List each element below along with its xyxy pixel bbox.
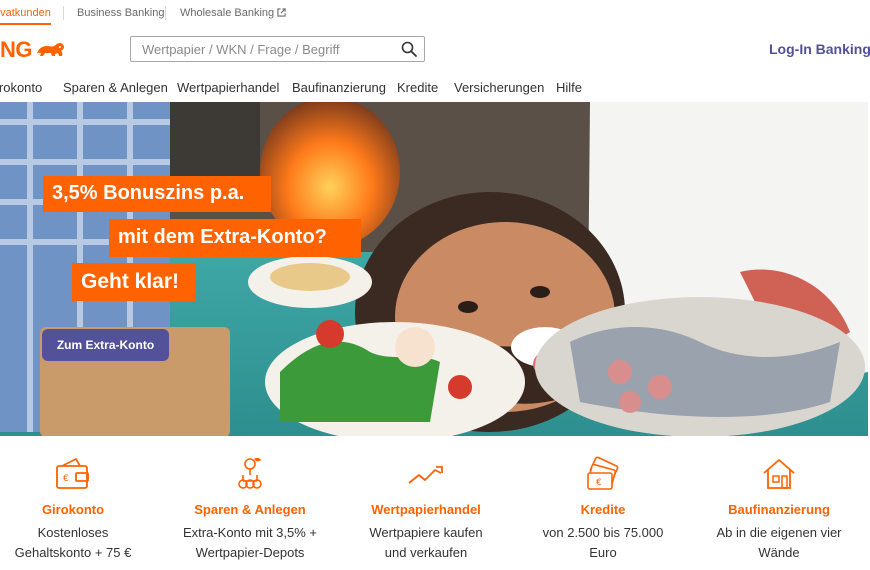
segment-divider	[165, 6, 166, 20]
extra-konto-button[interactable]: Zum Extra-Konto	[42, 329, 169, 361]
product-tile-girokonto[interactable]: € Girokonto Kostenloses Gehaltskonto + 7…	[0, 455, 160, 565]
house-icon	[763, 459, 795, 489]
product-desc-line2: Wertpapier-Depots	[195, 545, 305, 560]
product-title: Kredite	[580, 502, 626, 517]
product-desc-line2: Gehaltskonto + 75 €	[14, 545, 132, 560]
segment-private-link[interactable]: rivatkunden	[0, 7, 51, 25]
lion-icon	[37, 43, 64, 56]
segment-business-link[interactable]: Business Banking	[77, 7, 164, 19]
product-title: Wertpapierhandel	[371, 502, 481, 517]
product-title: Girokonto	[41, 502, 105, 517]
hero-banner[interactable]: 3,5% Bonuszins p.a. mit dem Extra-Konto?…	[0, 102, 868, 436]
product-tile-wertpapierhandel[interactable]: Wertpapierhandel Wertpapiere kaufen und …	[339, 455, 513, 565]
svg-text:€: €	[63, 474, 69, 484]
money-notes-icon: €	[587, 456, 619, 490]
trend-chart-icon	[408, 466, 443, 484]
product-desc-line1: Kostenloses	[37, 525, 109, 540]
product-tile-sparen-anlegen[interactable]: Sparen & Anlegen Extra-Konto mit 3,5% + …	[163, 455, 337, 565]
nav-item-wertpapierhandel[interactable]: Wertpapierhandel	[177, 80, 279, 95]
nav-item-hilfe[interactable]: Hilfe	[556, 80, 582, 95]
nav-item-girokonto[interactable]: irokonto	[0, 80, 42, 95]
hero-headline-line1: 3,5% Bonuszins p.a.	[43, 176, 271, 212]
wallet-icon: €	[56, 457, 89, 489]
product-tile-kredite[interactable]: € Kredite von 2.500 bis 75.000 Euro	[516, 455, 690, 565]
hero-headline-line2: mit dem Extra-Konto?	[109, 219, 361, 257]
product-tile-baufinanzierung[interactable]: Baufinanzierung Ab in die eigenen vier W…	[692, 455, 866, 565]
search-bar	[130, 36, 425, 62]
search-button[interactable]	[394, 37, 424, 61]
product-desc-line2: und verkaufen	[384, 545, 468, 560]
segment-wholesale-label: Wholesale Banking	[180, 7, 275, 19]
ing-logo[interactable]: NG	[0, 36, 66, 64]
nav-item-baufinanzierung[interactable]: Baufinanzierung	[292, 80, 386, 95]
segment-bar: rivatkunden Business Banking Wholesale B…	[0, 0, 870, 26]
nav-item-versicherungen[interactable]: Versicherungen	[454, 80, 544, 95]
segment-wholesale-link[interactable]: Wholesale Banking	[180, 7, 286, 19]
svg-text:€: €	[596, 478, 602, 488]
product-title: Baufinanzierung	[728, 502, 830, 517]
search-icon	[401, 41, 417, 57]
hero-headline-line3: Geht klar!	[72, 263, 195, 301]
product-desc-line1: Wertpapiere kaufen	[369, 525, 483, 540]
product-desc-line2: Euro	[589, 545, 617, 560]
product-title: Sparen & Anlegen	[194, 502, 306, 517]
nav-item-kredite[interactable]: Kredite	[397, 80, 438, 95]
product-desc-line1: Ab in die eigenen vier	[716, 525, 842, 540]
login-banking-link[interactable]: Log-In Banking	[769, 41, 870, 57]
nav-item-sparen-anlegen[interactable]: Sparen & Anlegen	[63, 80, 168, 95]
logo-wordmark: NG	[0, 37, 33, 62]
product-desc-line2: Wände	[758, 545, 800, 560]
search-input[interactable]	[131, 38, 394, 60]
segment-divider	[63, 6, 64, 20]
product-desc-line1: von 2.500 bis 75.000	[542, 525, 664, 540]
savings-plant-icon	[238, 457, 262, 489]
external-link-icon	[277, 8, 286, 17]
product-desc-line1: Extra-Konto mit 3,5% +	[182, 525, 318, 540]
